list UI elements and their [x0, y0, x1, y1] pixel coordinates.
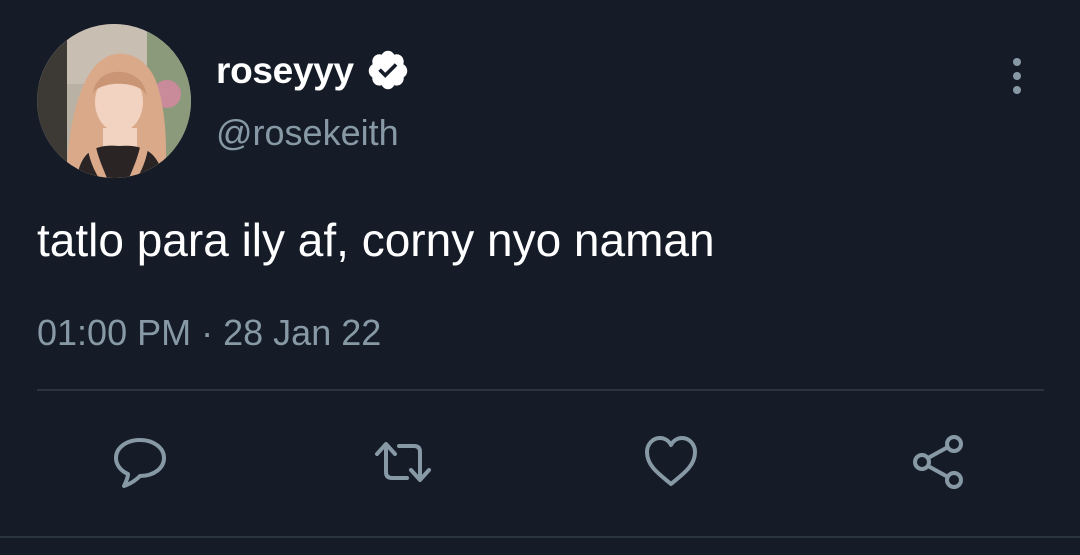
share-icon [913, 435, 963, 489]
heart-icon [645, 436, 697, 486]
avatar-photo [37, 24, 191, 178]
display-name[interactable]: roseyyy [216, 46, 354, 96]
tweet-date: 28 Jan 22 [223, 312, 382, 353]
retweet-icon [375, 442, 431, 482]
reply-button[interactable] [110, 432, 170, 492]
user-handle[interactable]: @rosekeith [216, 110, 399, 156]
tweet-time: 01:00 PM [37, 312, 192, 353]
bottom-divider [0, 536, 1080, 538]
like-button[interactable] [641, 432, 701, 492]
retweet-button[interactable] [373, 432, 433, 492]
tweet-timestamp: 01:00 PM · 28 Jan 22 [37, 310, 381, 356]
timestamp-separator: · [201, 312, 214, 353]
reply-icon [114, 438, 166, 488]
verified-badge-icon [368, 50, 408, 90]
tweet-text: tatlo para ily af, corny nyo naman [37, 214, 715, 266]
divider [37, 389, 1044, 391]
share-button[interactable] [910, 432, 970, 492]
avatar[interactable] [37, 24, 191, 178]
more-options-icon[interactable] [1004, 54, 1030, 98]
